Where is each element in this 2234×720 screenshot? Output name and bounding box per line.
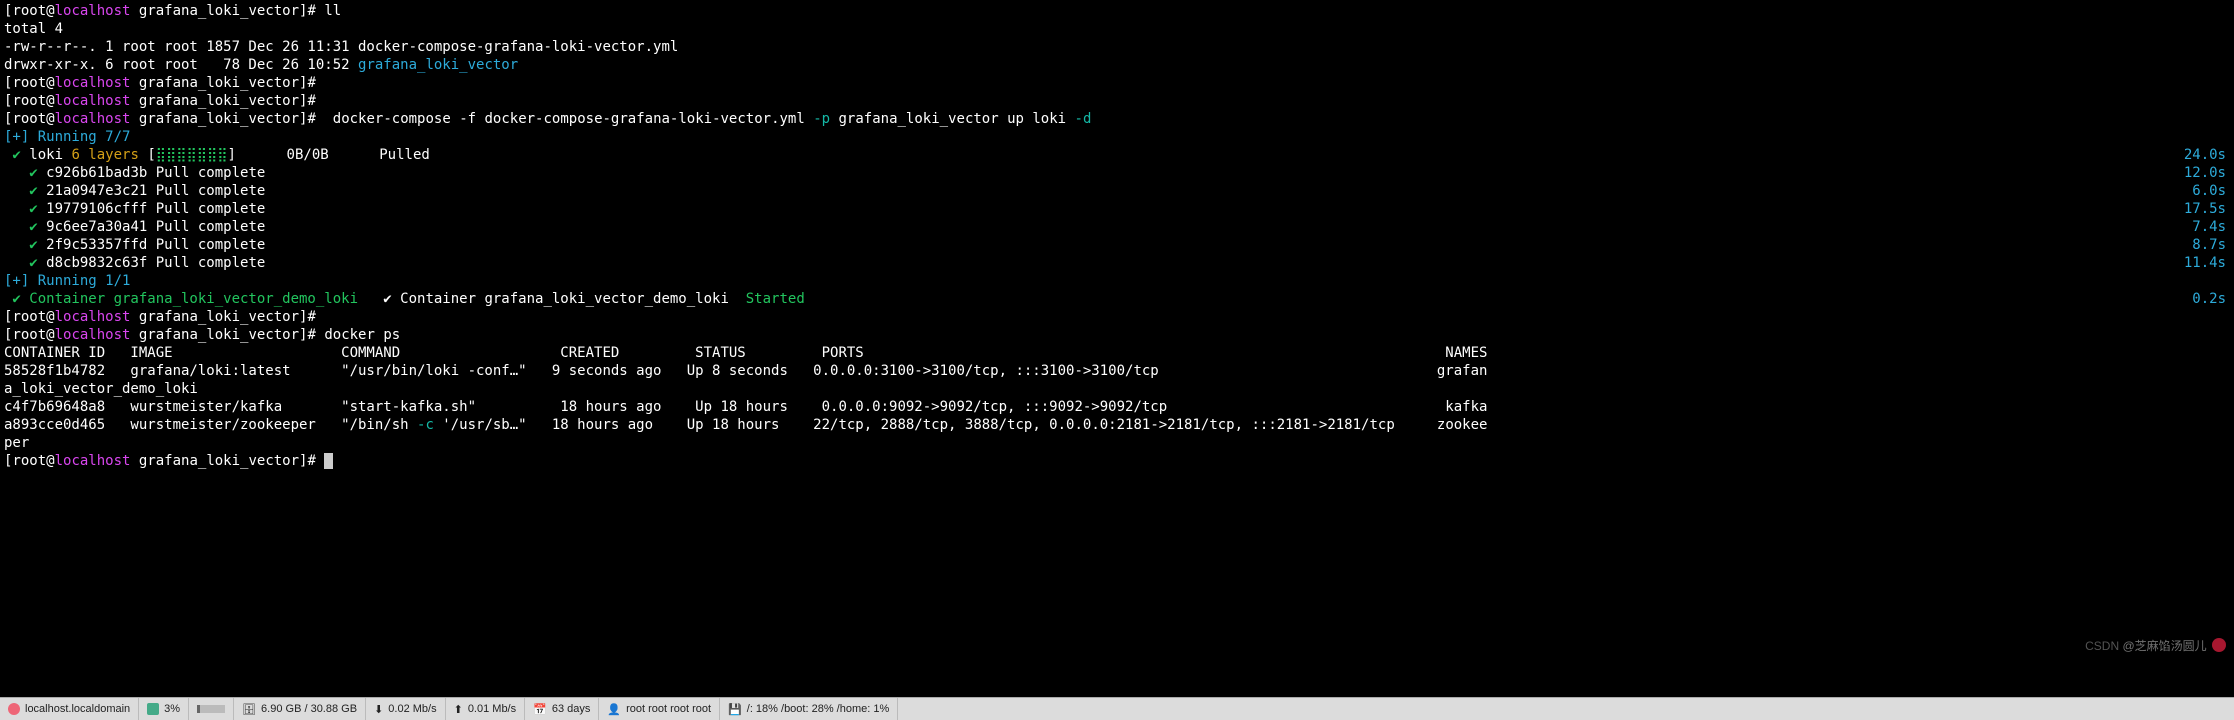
taskbar-uptime[interactable]: 📅63 days: [525, 698, 599, 720]
running-header: [+] Running 1/1: [4, 272, 2230, 290]
calendar-icon: 📅: [533, 703, 547, 716]
timing: 24.0s: [2184, 146, 2226, 164]
graph-icon: [197, 705, 225, 713]
dir-name: grafana_loki_vector: [358, 57, 518, 73]
ps-header: CONTAINER ID IMAGE COMMAND CREATED STATU…: [4, 344, 2230, 362]
terminal-output[interactable]: [root@localhost grafana_loki_vector]# ll…: [0, 0, 2234, 697]
download-icon: ⬇: [374, 703, 383, 716]
pull-loki: ✔ loki 6 layers [⣿⣿⣿⣿⣿⣿⣿] 0B/0B Pulled24…: [4, 146, 2230, 164]
command-ll: ll: [324, 3, 341, 19]
prompt-line: [root@localhost grafana_loki_vector]#: [4, 74, 2230, 92]
memory-icon: 🗄: [242, 703, 256, 716]
cursor-icon: [324, 453, 333, 469]
taskbar-mem[interactable]: 🗄6.90 GB / 30.88 GB: [234, 698, 366, 720]
timing: 8.7s: [2192, 236, 2226, 254]
timing: 0.2s: [2192, 290, 2226, 308]
prompt-user: root: [12, 3, 46, 19]
ps-row: 58528f1b4782 grafana/loki:latest "/usr/b…: [4, 362, 2230, 380]
ps-row-cont: a_loki_vector_demo_loki: [4, 380, 2230, 398]
timing: 6.0s: [2192, 182, 2226, 200]
ps-row: c4f7b69648a8 wurstmeister/kafka "start-k…: [4, 398, 2230, 416]
prompt-line: [root@localhost grafana_loki_vector]# ll: [4, 2, 2230, 20]
pull-layer: ✔ 21a0947e3c21 Pull complete6.0s: [4, 182, 2230, 200]
taskbar[interactable]: localhost.localdomain 3% 🗄6.90 GB / 30.8…: [0, 697, 2234, 720]
ll-dir: drwxr-xr-x. 6 root root 78 Dec 26 10:52 …: [4, 56, 2230, 74]
prompt-dockerps: [root@localhost grafana_loki_vector]# do…: [4, 326, 2230, 344]
container-started: ✔ Container grafana_loki_vector_demo_lok…: [4, 290, 2230, 308]
taskbar-down[interactable]: ⬇0.02 Mb/s: [366, 698, 446, 720]
prompt-cursor[interactable]: [root@localhost grafana_loki_vector]#: [4, 452, 2230, 470]
pull-layer: ✔ 2f9c53357ffd Pull complete8.7s: [4, 236, 2230, 254]
prompt-compose: [root@localhost grafana_loki_vector]# do…: [4, 110, 2230, 128]
prompt-host: localhost: [55, 3, 131, 19]
upload-icon: ⬆: [454, 703, 463, 716]
prompt-line: [root@localhost grafana_loki_vector]#: [4, 92, 2230, 110]
taskbar-cpu[interactable]: 3%: [139, 698, 189, 720]
timing: 17.5s: [2184, 200, 2226, 218]
pull-layer: ✔ d8cb9832c63f Pull complete11.4s: [4, 254, 2230, 272]
disk-icon: 💾: [728, 703, 742, 716]
pull-layer: ✔ 19779106cfff Pull complete17.5s: [4, 200, 2230, 218]
ll-file: -rw-r--r--. 1 root root 1857 Dec 26 11:3…: [4, 38, 2230, 56]
logo-icon: [2212, 638, 2226, 652]
ll-total: total 4: [4, 20, 2230, 38]
ps-row-cont: per: [4, 434, 2230, 452]
pull-layer: ✔ 9c6ee7a30a41 Pull complete7.4s: [4, 218, 2230, 236]
pull-layer: ✔ ✔ c926b61bad3b Pull completec926b61bad…: [4, 164, 2230, 182]
timing: 12.0s: [2184, 164, 2226, 182]
user-icon: 👤: [607, 703, 621, 716]
timing: 11.4s: [2184, 254, 2226, 272]
timing: 7.4s: [2192, 218, 2226, 236]
taskbar-fs[interactable]: 💾/: 18% /boot: 28% /home: 1%: [720, 698, 898, 720]
taskbar-host[interactable]: localhost.localdomain: [0, 698, 139, 720]
ps-row: a893cce0d465 wurstmeister/zookeeper "/bi…: [4, 416, 2230, 434]
running-header: [+] Running 7/7: [4, 128, 2230, 146]
watermark: CSDN @芝麻馅汤圆儿: [2085, 637, 2226, 655]
taskbar-users[interactable]: 👤root root root root: [599, 698, 720, 720]
prompt-path: grafana_loki_vector: [139, 3, 299, 19]
prompt-line: [root@localhost grafana_loki_vector]#: [4, 308, 2230, 326]
taskbar-up[interactable]: ⬆0.01 Mb/s: [446, 698, 526, 720]
taskbar-graph[interactable]: [189, 698, 234, 720]
